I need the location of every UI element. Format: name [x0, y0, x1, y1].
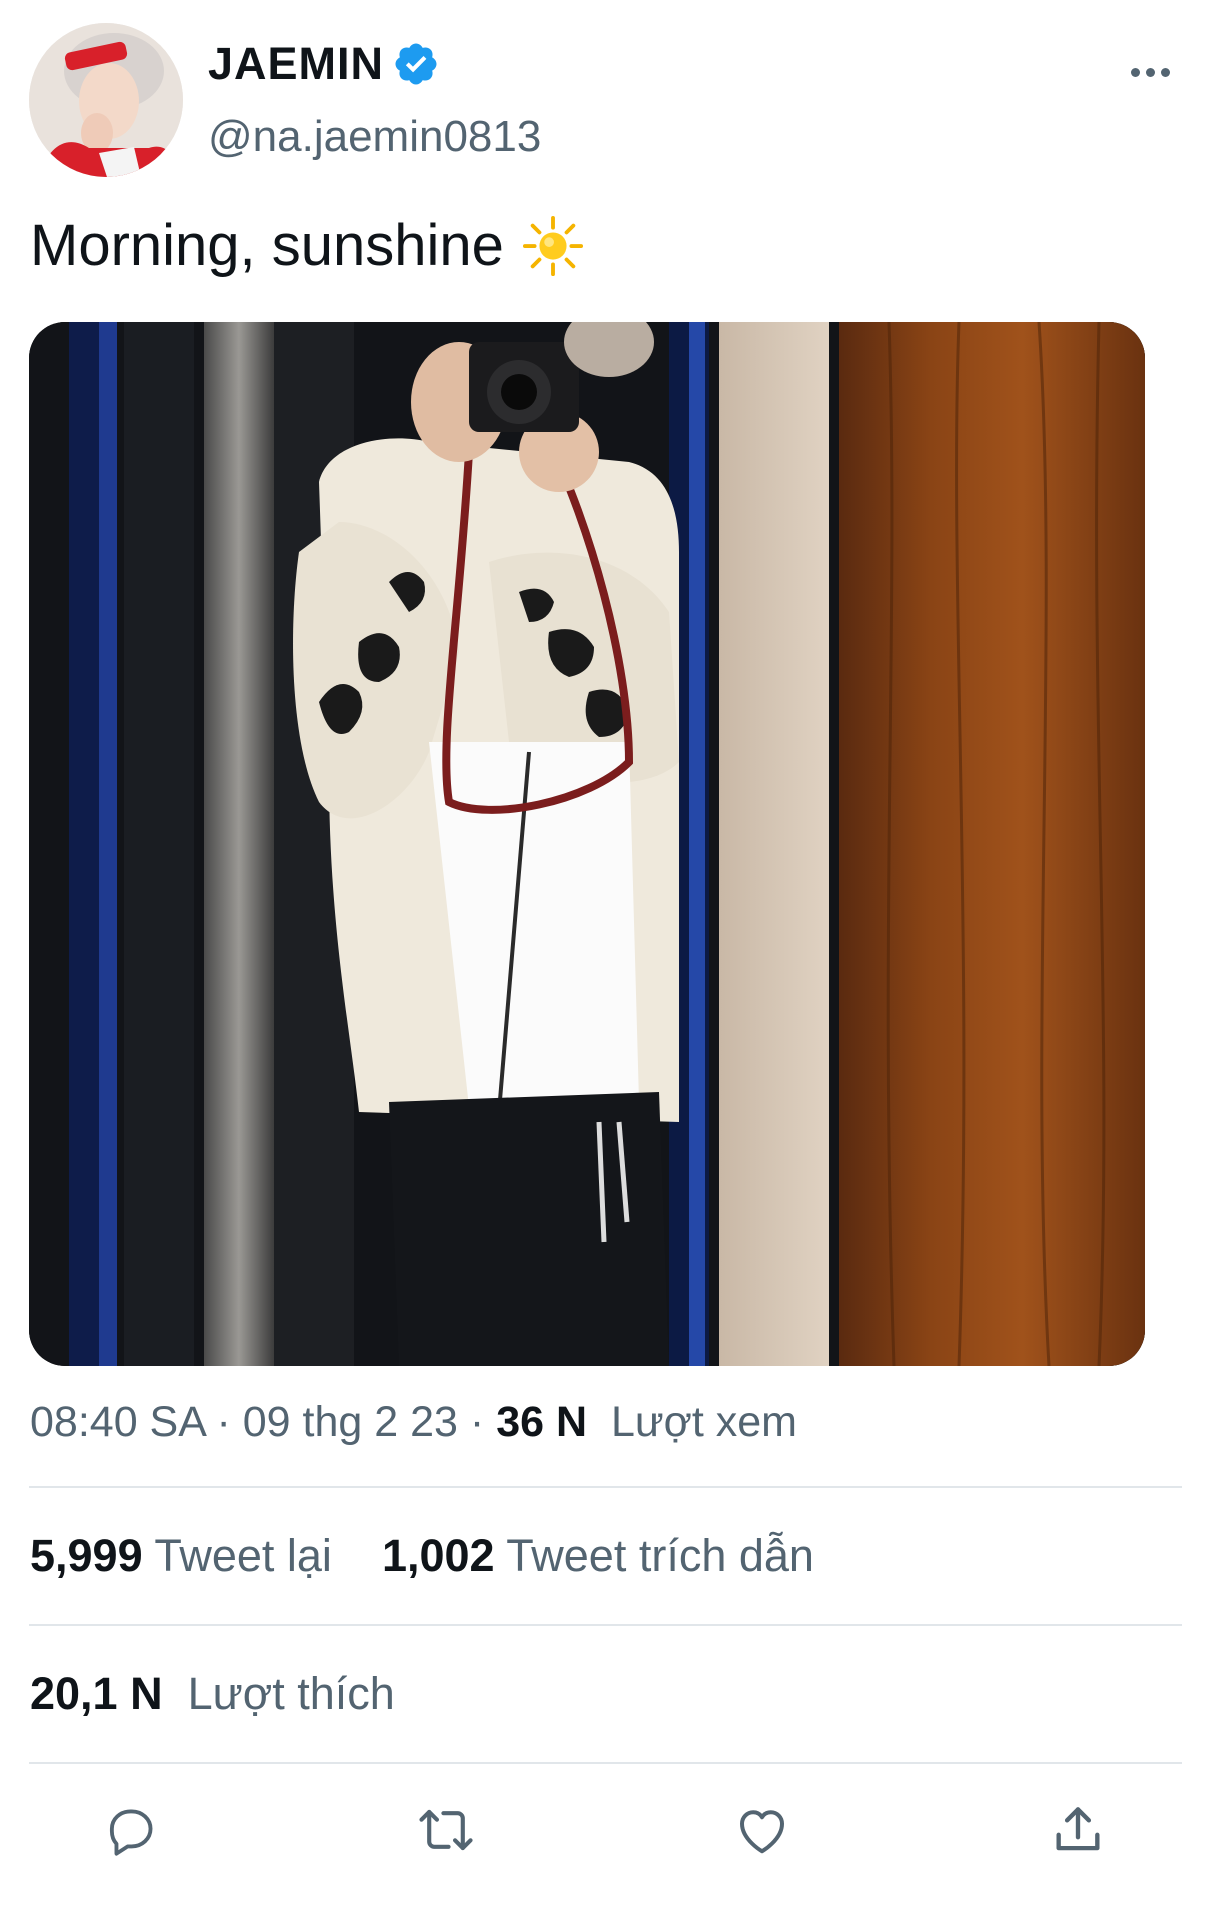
- avatar[interactable]: [29, 23, 183, 177]
- likes-label: Lượt thích: [187, 1668, 395, 1719]
- views-label: Lượt xem: [610, 1398, 797, 1446]
- stats-row-retweets: 5,999 Tweet lại 1,002 Tweet trích dẫn: [30, 1530, 814, 1582]
- sun-emoji-icon: [522, 215, 584, 277]
- views-count: 36 N: [496, 1398, 588, 1446]
- display-name[interactable]: JAEMIN: [208, 38, 440, 90]
- divider: [29, 1624, 1182, 1626]
- meta-separator: ·: [457, 1398, 497, 1446]
- share-icon[interactable]: [1038, 1790, 1118, 1870]
- handle[interactable]: @na.jaemin0813: [208, 112, 541, 162]
- tweet-photo[interactable]: [29, 322, 1145, 1366]
- more-options-icon[interactable]: [1118, 52, 1182, 92]
- reply-icon[interactable]: [90, 1790, 170, 1870]
- likes-count: 20,1 N: [30, 1668, 163, 1719]
- quotes-label: Tweet trích dẫn: [506, 1530, 814, 1581]
- tweet-time[interactable]: 08:40 SA: [30, 1398, 205, 1446]
- tweet-text-content: Morning, sunshine: [30, 213, 504, 278]
- quotes-stat[interactable]: 1,002 Tweet trích dẫn: [382, 1530, 814, 1581]
- verified-badge-icon: [392, 40, 440, 88]
- divider: [29, 1762, 1182, 1764]
- tweet-text: Morning, sunshine: [30, 212, 584, 279]
- tweet-meta: 08:40 SA · 09 thg 2 23 · 36 N Lượt xem: [30, 1398, 797, 1447]
- tweet-detail: JAEMIN @na.jaemin0813 Morning, sunshine: [0, 0, 1212, 1920]
- retweet-icon[interactable]: [406, 1790, 486, 1870]
- action-bar: [0, 1790, 1212, 1870]
- quotes-count: 1,002: [381, 1530, 495, 1581]
- stats-row-likes: 20,1 N Lượt thích: [30, 1668, 395, 1720]
- tweet-date[interactable]: 09 thg 2 23: [243, 1398, 458, 1446]
- retweets-count: 5,999: [30, 1530, 143, 1581]
- like-icon[interactable]: [722, 1790, 802, 1870]
- retweets-stat[interactable]: 5,999 Tweet lại: [30, 1530, 332, 1581]
- retweets-label: Tweet lại: [154, 1530, 332, 1581]
- display-name-text: JAEMIN: [208, 38, 385, 89]
- divider: [29, 1486, 1182, 1488]
- likes-stat[interactable]: 20,1 N Lượt thích: [30, 1668, 395, 1719]
- meta-separator: ·: [204, 1398, 243, 1446]
